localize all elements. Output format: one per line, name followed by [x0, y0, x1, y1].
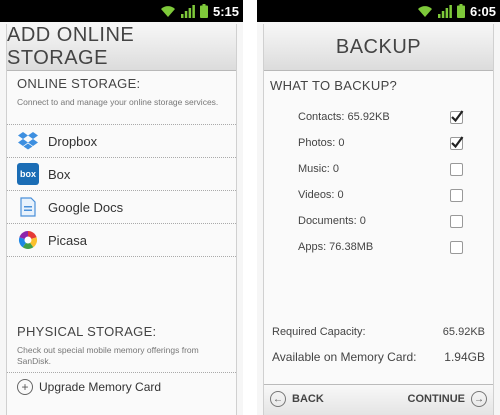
- online-storage-description: Connect to and manage your online storag…: [17, 97, 219, 107]
- videos-checkbox[interactable]: [450, 189, 463, 202]
- online-storage-heading: ONLINE STORAGE:: [17, 76, 141, 91]
- wifi-icon: [160, 5, 175, 17]
- service-label: Box: [48, 166, 71, 182]
- page-title: ADD ONLINE STORAGE: [7, 24, 135, 69]
- service-row-google-docs[interactable]: Google Docs: [7, 191, 236, 223]
- dropbox-icon: [17, 130, 39, 152]
- arrow-right-icon: →: [471, 391, 487, 407]
- signal-icon: [437, 4, 452, 18]
- battery-icon: [199, 4, 208, 18]
- contacts-checkbox[interactable]: [450, 110, 464, 124]
- backup-item-apps[interactable]: Apps: 76.38MB: [264, 238, 493, 260]
- backup-item-label: Contacts: 65.92KB: [298, 111, 390, 123]
- wifi-icon: [417, 5, 432, 17]
- title-bar: ADD ONLINE STORAGE: [7, 24, 236, 71]
- storage-panel: ADD ONLINE STORAGE ONLINE STORAGE: Conne…: [6, 24, 237, 415]
- battery-icon: [456, 4, 465, 18]
- backup-item-label: Videos: 0: [298, 189, 344, 201]
- backup-item-label: Documents: 0: [298, 215, 366, 227]
- backup-item-photos[interactable]: Photos: 0: [264, 134, 493, 156]
- checkmark-icon: [451, 110, 464, 123]
- required-capacity-value: 65.92KB: [442, 326, 485, 338]
- checkmark-icon: [451, 136, 464, 149]
- page-title: BACKUP: [335, 35, 422, 58]
- backup-panel: BACKUP WHAT TO BACKUP? Contacts: 65.92KB…: [263, 24, 494, 415]
- status-time: 6:05: [469, 3, 496, 19]
- phone-screen-backup: 6:05 BACKUP WHAT TO BACKUP? Contacts: 65…: [257, 0, 500, 415]
- navigation-bar: ← BACK CONTINUE →: [264, 384, 493, 415]
- box-icon-text: box: [19, 169, 36, 179]
- divider: [7, 256, 236, 257]
- photos-checkbox[interactable]: [450, 136, 464, 150]
- available-memory-value: 1.94GB: [444, 350, 485, 364]
- continue-button[interactable]: CONTINUE →: [408, 391, 487, 407]
- service-row-picasa[interactable]: Picasa: [7, 224, 236, 256]
- upgrade-memory-card-button[interactable]: + Upgrade Memory Card: [17, 379, 161, 395]
- backup-item-label: Photos: 0: [298, 137, 345, 149]
- divider: [7, 372, 236, 373]
- backup-item-videos[interactable]: Videos: 0: [264, 186, 493, 208]
- backup-item-label: Music: 0: [298, 163, 339, 175]
- backup-item-label: Apps: 76.38MB: [298, 241, 374, 253]
- apps-checkbox[interactable]: [450, 241, 463, 254]
- music-checkbox[interactable]: [450, 163, 463, 176]
- arrow-left-icon: ←: [270, 391, 286, 407]
- back-label: BACK: [292, 393, 324, 405]
- required-capacity-label: Required Capacity:: [272, 326, 366, 338]
- backup-item-music[interactable]: Music: 0: [264, 160, 493, 182]
- service-row-box[interactable]: box Box: [7, 158, 236, 190]
- title-bar: BACKUP: [264, 24, 493, 71]
- status-bar: 5:15: [0, 0, 243, 22]
- available-memory-label: Available on Memory Card:: [272, 350, 417, 364]
- upgrade-label: Upgrade Memory Card: [39, 380, 162, 394]
- documents-checkbox[interactable]: [450, 215, 463, 228]
- backup-item-contacts[interactable]: Contacts: 65.92KB: [264, 108, 493, 130]
- status-bar: 6:05: [257, 0, 500, 22]
- physical-storage-heading: PHYSICAL STORAGE:: [17, 324, 157, 339]
- plus-icon: +: [17, 379, 33, 395]
- physical-storage-description: Check out special mobile memory offering…: [17, 345, 199, 366]
- back-button[interactable]: ← BACK: [270, 391, 324, 407]
- service-label: Google Docs: [48, 199, 124, 215]
- status-time: 5:15: [212, 3, 239, 19]
- signal-icon: [180, 4, 195, 18]
- service-label: Dropbox: [48, 133, 98, 149]
- picasa-icon: [17, 229, 39, 251]
- phone-screen-add-storage: 5:15 ADD ONLINE STORAGE ONLINE STORAGE: …: [0, 0, 243, 415]
- service-label: Picasa: [48, 232, 88, 248]
- google-docs-icon: [17, 196, 39, 218]
- service-row-dropbox[interactable]: Dropbox: [7, 125, 236, 157]
- continue-label: CONTINUE: [407, 393, 465, 405]
- what-to-backup-heading: WHAT TO BACKUP?: [270, 78, 398, 93]
- box-icon: box: [17, 163, 39, 185]
- backup-item-documents[interactable]: Documents: 0: [264, 212, 493, 234]
